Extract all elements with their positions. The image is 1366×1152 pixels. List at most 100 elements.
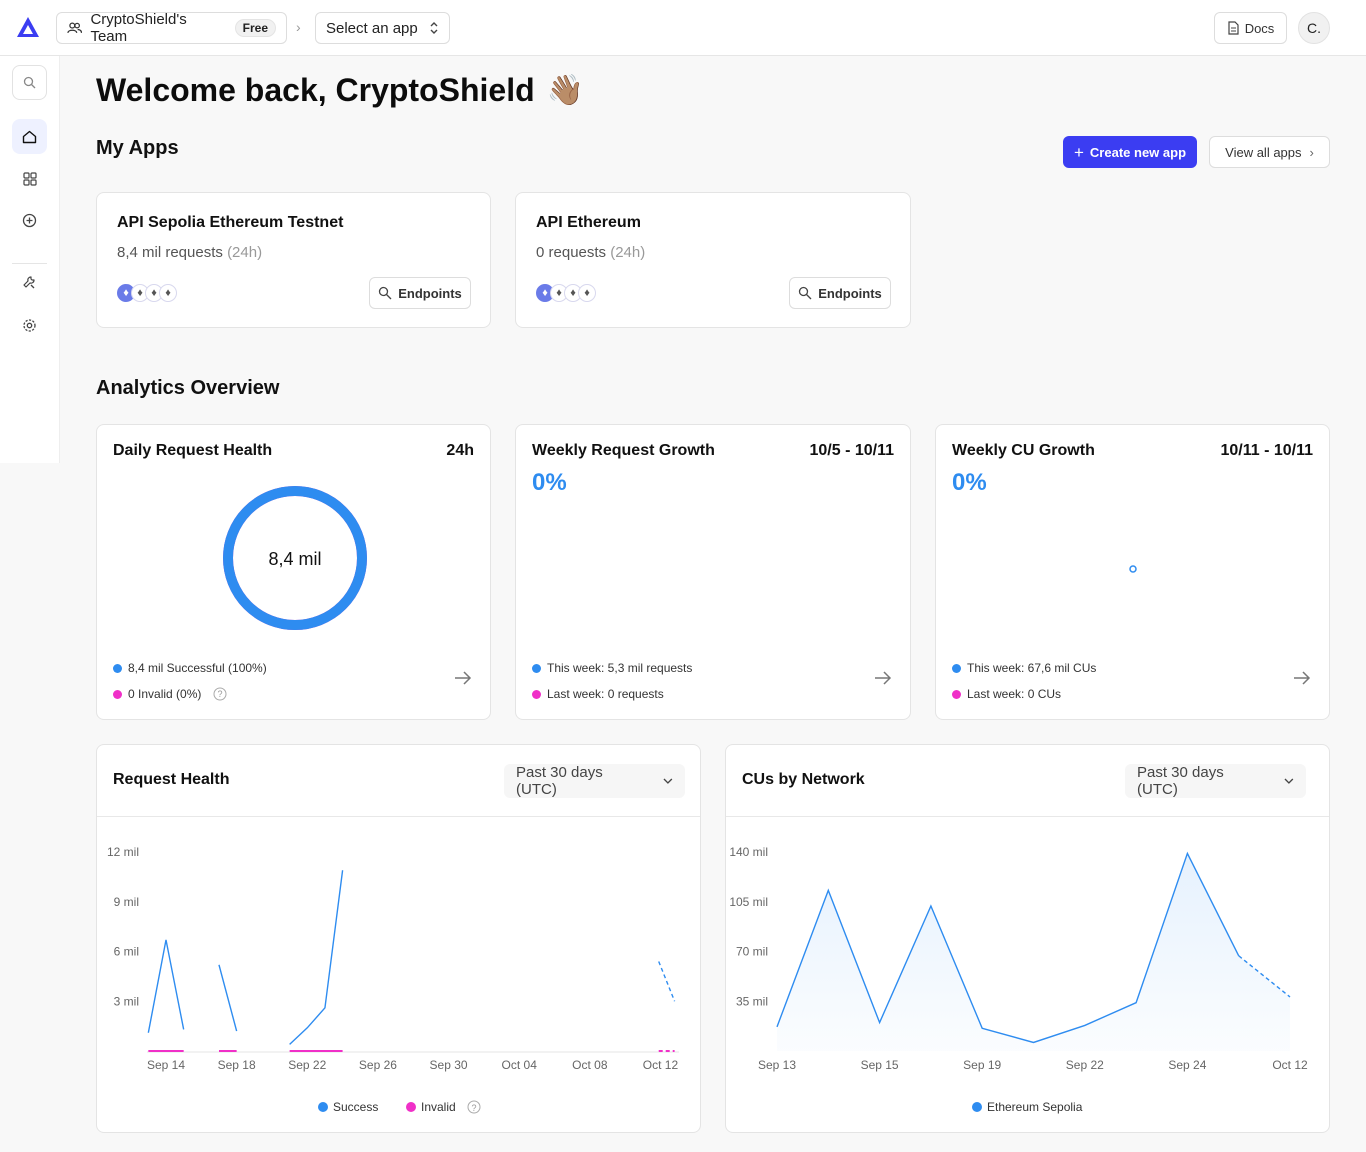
this-week-dot (952, 663, 961, 673)
chart-title: CUs by Network (742, 771, 865, 788)
legend-series-dot (972, 1102, 982, 1112)
period-select[interactable]: Past 30 days (UTC) (1125, 764, 1306, 798)
app-requests: 0 requests (24h) (536, 244, 646, 261)
create-new-app-button[interactable]: + Create new app (1063, 136, 1197, 168)
user-avatar[interactable]: C. (1298, 12, 1330, 44)
arrow-right-icon[interactable] (454, 671, 472, 685)
home-icon (22, 130, 37, 143)
endpoints-button[interactable]: Endpoints (789, 277, 891, 309)
x-tick-label: Sep 26 (359, 1058, 397, 1072)
team-selector[interactable]: CryptoShield's Team Free (56, 11, 287, 45)
plan-badge: Free (234, 19, 276, 37)
sidebar-item-tools[interactable] (12, 265, 47, 300)
card-period: 10/11 - 10/11 (1220, 442, 1313, 459)
x-tick-label: Sep 30 (430, 1058, 468, 1072)
x-tick-label: Oct 12 (643, 1058, 679, 1072)
x-tick-label: Sep 24 (1168, 1058, 1206, 1072)
search-icon (799, 286, 812, 300)
search-icon (379, 286, 392, 300)
app-name: API Ethereum (536, 214, 641, 231)
sidebar-item-home[interactable] (12, 119, 47, 154)
x-tick-label: Oct 12 (1272, 1058, 1308, 1072)
ethereum-icon: ♦ (578, 284, 596, 302)
y-tick-label: 105 mil (729, 895, 768, 909)
this-week-dot (532, 663, 541, 673)
card-title: Weekly Request Growth (532, 442, 715, 459)
network-icons: ♦ ♦ ♦ ♦ (117, 284, 177, 302)
y-tick-label: 70 mil (736, 945, 768, 959)
card-title: Daily Request Health (113, 442, 273, 459)
app-select-label: Select an app (326, 19, 418, 37)
x-tick-label: Sep 22 (1066, 1058, 1104, 1072)
period-select-label: Past 30 days (UTC) (516, 764, 603, 798)
chart-header: CUs by Network Past 30 days (UTC) (726, 745, 1329, 817)
x-tick-label: Sep 14 (147, 1058, 185, 1072)
card-period: 10/5 - 10/11 (809, 442, 894, 459)
weekly-cu-growth-card[interactable]: Weekly CU Growth 10/11 - 10/11 0% This w… (935, 424, 1330, 720)
sidebar-search-button[interactable] (12, 65, 47, 100)
weekly-request-growth-card[interactable]: Weekly Request Growth 10/5 - 10/11 0% Th… (515, 424, 911, 720)
x-tick-label: Oct 04 (502, 1058, 538, 1072)
app-name: API Sepolia Ethereum Testnet (117, 214, 344, 231)
invalid-legend: 0 Invalid (0%) ? (113, 687, 227, 701)
projected-line-success (658, 961, 676, 1002)
my-apps-title: My Apps (96, 137, 179, 159)
cus-by-network-chart: 35 mil 70 mil 105 mil 140 mil Sep 13 Sep 15 Se… (729, 845, 1308, 1114)
help-icon-glyph: ? (471, 1103, 476, 1113)
request-health-donut: 8,4 mil (223, 486, 367, 630)
chart-legend: Success Invalid? (318, 1100, 481, 1114)
y-tick-label: 3 mil (114, 994, 139, 1008)
this-week-legend: This week: 67,6 mil CUs (952, 661, 1096, 675)
last-week-dot (952, 689, 961, 699)
x-tick-label: Sep 19 (963, 1058, 1001, 1072)
app-select-dropdown[interactable]: Select an app (315, 12, 450, 44)
growth-percent: 0% (952, 469, 987, 496)
daily-request-health-card[interactable]: Daily Request Health 24h 8,4 mil 8,4 mil… (96, 424, 491, 720)
x-tick-label: Oct 08 (572, 1058, 608, 1072)
cu-data-point (1129, 565, 1137, 573)
x-tick-label: Sep 13 (758, 1058, 796, 1072)
y-tick-label: 12 mil (107, 845, 139, 859)
welcome-title: Welcome back, CryptoShield (96, 72, 535, 108)
x-tick-label: Sep 15 (861, 1058, 899, 1072)
legend-series-label: Ethereum Sepolia (987, 1100, 1083, 1114)
sidebar-item-create[interactable] (12, 203, 47, 238)
apps-grid-icon (22, 171, 37, 186)
view-all-apps-button[interactable]: View all apps › (1209, 136, 1330, 168)
team-icon (67, 22, 83, 34)
series-line-success (218, 964, 238, 1032)
success-dot (113, 663, 122, 673)
docs-button[interactable]: Docs (1214, 12, 1287, 44)
network-icons: ♦ ♦ ♦ ♦ (536, 284, 596, 302)
series-area (777, 853, 1290, 1051)
request-health-card: Request Health Past 30 days (UTC) 3 mil 6… (96, 744, 701, 1133)
chart-legend: Ethereum Sepolia (972, 1100, 1083, 1114)
document-icon (1228, 21, 1239, 35)
app-card[interactable]: API Sepolia Ethereum Testnet 8,4 mil req… (96, 192, 491, 328)
app-card[interactable]: API Ethereum 0 requests (24h) ♦ ♦ ♦ ♦ Endpo… (515, 192, 911, 328)
chevron-right-icon: › (1309, 144, 1314, 160)
card-title: Weekly CU Growth (952, 442, 1095, 459)
legend-success-dot (318, 1102, 328, 1112)
arrow-right-icon[interactable] (874, 671, 892, 685)
cus-by-network-card: CUs by Network Past 30 days (UTC) 35 mil… (725, 744, 1330, 1133)
help-icon[interactable]: ? (213, 687, 227, 701)
team-name: CryptoShield's Team (90, 11, 187, 45)
endpoints-button[interactable]: Endpoints (369, 277, 471, 309)
ethereum-icon: ♦ (159, 284, 177, 302)
sidebar-item-settings[interactable] (12, 308, 47, 343)
settings-icon (23, 319, 36, 332)
welcome-heading: Welcome back, CryptoShield 👋🏽 (96, 72, 584, 109)
arrow-right-icon[interactable] (1293, 671, 1311, 685)
growth-percent: 0% (532, 469, 567, 496)
sidebar-divider (12, 263, 47, 264)
last-week-legend: Last week: 0 CUs (952, 687, 1061, 701)
search-icon (23, 76, 36, 89)
y-tick-label: 140 mil (729, 845, 768, 859)
logo-icon[interactable] (16, 16, 40, 38)
last-week-legend: Last week: 0 requests (532, 687, 664, 701)
sidebar-item-apps[interactable] (12, 161, 47, 196)
this-week-legend: This week: 5,3 mil requests (532, 661, 692, 675)
period-select[interactable]: Past 30 days (UTC) (504, 764, 685, 798)
app-requests: 8,4 mil requests (24h) (117, 244, 263, 261)
